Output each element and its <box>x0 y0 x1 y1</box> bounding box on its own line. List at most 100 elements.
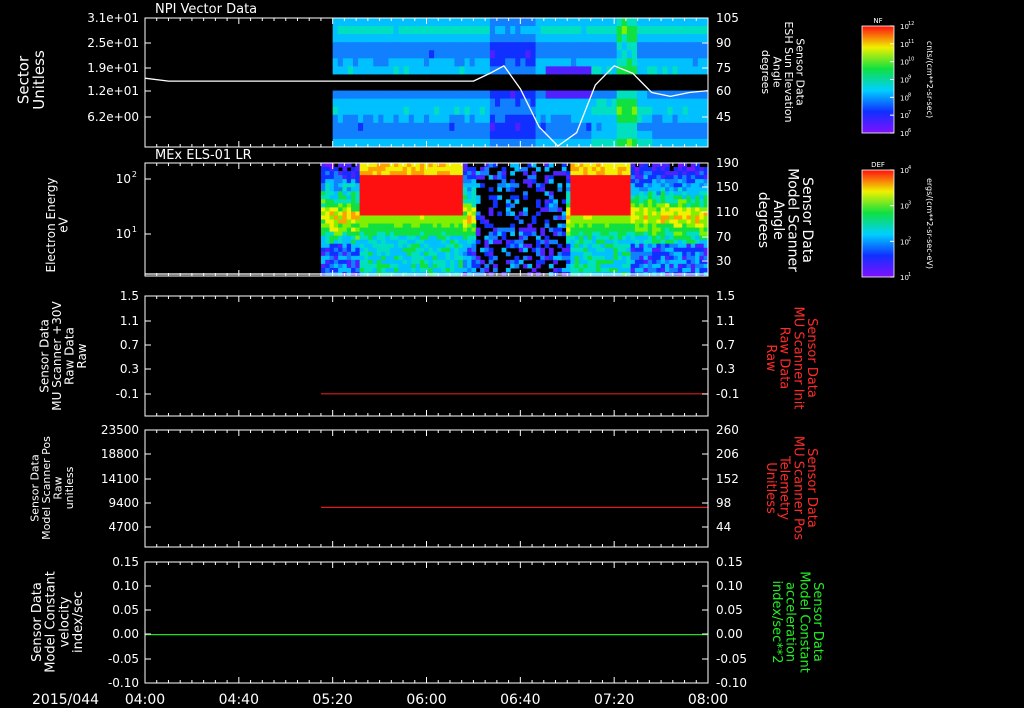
panel2-cell <box>381 175 386 180</box>
panel1-cell <box>494 58 501 67</box>
panel2-cell <box>656 251 662 257</box>
panel2-cell <box>570 255 576 261</box>
panel2-cell <box>445 251 451 257</box>
panel1-cell <box>611 74 618 83</box>
panel2-cell <box>394 231 399 237</box>
panel2-cell <box>346 163 352 168</box>
panel1-cell <box>505 98 511 108</box>
panel2-cell <box>355 219 361 225</box>
panel1-cell <box>631 50 638 59</box>
panel2-cell <box>428 187 434 192</box>
panel1-cell <box>505 90 511 100</box>
panel1-cell <box>581 138 587 147</box>
panel1-cell <box>439 66 445 75</box>
panel2-cell <box>462 171 468 176</box>
panel2-cell <box>677 211 683 216</box>
panel1-cell <box>423 50 430 59</box>
panel1-cell <box>611 82 618 92</box>
panel4-right-tick-label: 98 <box>716 496 731 510</box>
panel1-cell <box>535 66 542 75</box>
panel2-cell <box>510 227 515 233</box>
panel2-cell <box>686 223 692 229</box>
panel1-cell <box>332 66 339 75</box>
panel2-cell <box>462 267 468 273</box>
panel1-cell <box>352 122 359 132</box>
panel2-cell <box>432 211 438 216</box>
panel2-cell <box>604 247 610 253</box>
panel2-cell <box>368 183 374 188</box>
panel2-cell <box>617 179 623 184</box>
panel1-cell <box>479 34 486 43</box>
panel2-cell <box>686 179 692 184</box>
panel2-cell <box>540 231 546 237</box>
panel2-cell <box>406 243 412 249</box>
time-tick-label: 08:00 <box>688 692 728 708</box>
panel2-cell <box>432 175 438 180</box>
panel1-cell <box>378 114 384 124</box>
panel2-cell <box>686 231 692 237</box>
panel2-cell <box>656 259 662 265</box>
panel1-cell <box>642 106 648 116</box>
axis-label-line: Raw <box>763 344 778 372</box>
panel2-cell <box>424 223 429 229</box>
panel1-cell <box>515 34 521 43</box>
panel2-cell <box>363 239 369 245</box>
panel2-cell <box>342 231 348 237</box>
panel2-cell <box>351 267 356 273</box>
panel2-cell <box>600 203 606 208</box>
panel2-cell <box>553 215 558 220</box>
panel1-cell <box>520 42 526 51</box>
panel1-cell <box>378 66 384 75</box>
panel2-cell <box>583 171 589 176</box>
colorbar-tick-exponent: 8 <box>908 92 911 98</box>
panel1-cell <box>555 114 562 124</box>
panel2-cell <box>437 255 442 261</box>
panel2-cell <box>660 179 666 184</box>
panel2-cell <box>583 259 589 265</box>
panel2-cell <box>583 251 589 257</box>
panel2-cell <box>540 227 546 233</box>
panel2-cell <box>406 191 412 196</box>
panel2-cell <box>578 203 584 208</box>
panel2-cell <box>363 243 369 249</box>
panel2-cell <box>660 211 666 216</box>
panel1-cell <box>540 58 547 67</box>
panel2-cell <box>682 255 687 261</box>
panel2-cell <box>634 219 640 225</box>
panel2-cell <box>372 231 378 237</box>
panel2-cell <box>677 231 683 237</box>
panel2-cell <box>359 247 365 253</box>
panel2-cell <box>587 223 593 229</box>
panel2-cell <box>600 243 606 249</box>
panel1-cell <box>500 42 506 51</box>
panel2-cell <box>587 267 593 273</box>
panel1-cell <box>631 82 638 92</box>
panel1-cell <box>692 130 699 140</box>
panel2-cell <box>432 163 438 168</box>
panel1-cell <box>373 98 379 108</box>
panel1-cell <box>505 106 511 116</box>
panel2-cell <box>359 227 365 233</box>
panel2-cell <box>613 195 619 200</box>
panel2-cell <box>398 199 404 204</box>
panel2-cell <box>449 247 455 253</box>
panel5-frame <box>144 561 709 684</box>
panel2-cell <box>368 175 374 180</box>
panel2-cell <box>677 255 683 261</box>
panel2-cell <box>351 175 356 180</box>
panel2-cell <box>462 163 468 168</box>
panel1-cell <box>474 122 481 132</box>
panel2-cell <box>441 263 447 269</box>
panel1-cell <box>626 82 633 92</box>
panel2-cell <box>664 171 670 176</box>
panel2-cell <box>428 183 434 188</box>
panel2-cell <box>643 219 649 225</box>
panel2-cell <box>695 223 700 229</box>
panel2-cell <box>359 187 365 192</box>
panel2-cell <box>462 219 468 225</box>
panel2-cell <box>626 219 632 225</box>
panel2-cell <box>669 215 675 220</box>
panel2-cell <box>398 239 404 245</box>
panel1-cell <box>530 26 537 35</box>
panel1-cell <box>576 50 582 59</box>
